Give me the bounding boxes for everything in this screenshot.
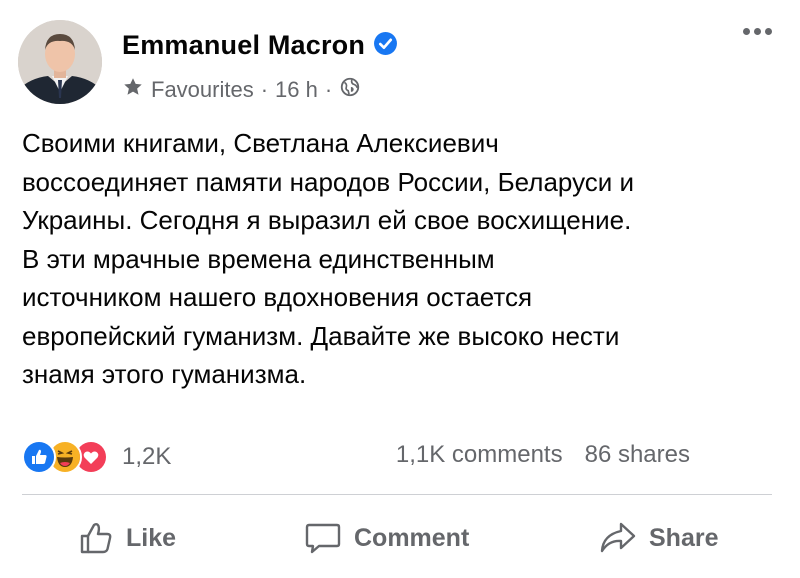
like-label: Like bbox=[126, 523, 177, 552]
post-text-line: знамя этого гуманизма. bbox=[22, 359, 307, 389]
share-arrow-icon bbox=[599, 520, 637, 556]
engagement-stats: 1,1K comments 86 shares bbox=[396, 441, 690, 469]
post-text-line: Своими книгами, Светлана Алексиевич bbox=[22, 128, 499, 158]
post-text-line: источником нашего вдохновения остается bbox=[22, 282, 533, 312]
reactions-summary[interactable]: 1,2K bbox=[22, 440, 171, 474]
comment-bubble-icon bbox=[304, 520, 342, 556]
divider bbox=[22, 494, 772, 495]
star-icon bbox=[122, 76, 144, 104]
dot-icon bbox=[765, 28, 772, 35]
more-options-button[interactable] bbox=[743, 28, 772, 35]
comment-button[interactable]: Comment bbox=[304, 512, 469, 564]
post-text-line: воссоединяет памяти народов России, Бела… bbox=[22, 166, 635, 197]
post-meta: Favourites · 16 h · bbox=[122, 76, 361, 104]
author-name[interactable]: Emmanuel Macron bbox=[122, 30, 365, 61]
meta-separator: · bbox=[260, 77, 269, 102]
post-body: Своими книгами, Светлана Алексиевич восс… bbox=[22, 124, 782, 394]
thumbs-up-icon bbox=[78, 520, 114, 556]
comments-count[interactable]: 1,1K comments bbox=[396, 441, 563, 469]
dot-icon bbox=[743, 28, 750, 35]
share-button[interactable]: Share bbox=[599, 512, 718, 564]
dot-icon bbox=[754, 28, 761, 35]
post-text-line: В эти мрачные времена единственным bbox=[22, 243, 495, 274]
post-header: Emmanuel Macron bbox=[122, 30, 398, 61]
meta-separator: · bbox=[324, 77, 333, 102]
post-text-line: Украины. Сегодня я выразил ей свое восхи… bbox=[22, 205, 632, 235]
globe-icon[interactable] bbox=[339, 76, 361, 104]
author-avatar[interactable] bbox=[18, 20, 102, 104]
reactions-count[interactable]: 1,2K bbox=[122, 443, 171, 471]
post-time[interactable]: 16 h bbox=[275, 77, 318, 103]
reaction-icons bbox=[22, 440, 108, 474]
post-actions: Like Comment Share bbox=[0, 512, 800, 564]
verified-badge-icon bbox=[373, 31, 398, 61]
like-reaction-icon bbox=[22, 440, 56, 474]
post-text-line: европейский гуманизм. Давайте же высоко … bbox=[22, 320, 620, 351]
like-button[interactable]: Like bbox=[78, 512, 176, 564]
comment-label: Comment bbox=[354, 523, 470, 552]
audience-label[interactable]: Favourites bbox=[151, 77, 254, 103]
shares-count[interactable]: 86 shares bbox=[585, 441, 690, 469]
share-label: Share bbox=[649, 523, 719, 552]
